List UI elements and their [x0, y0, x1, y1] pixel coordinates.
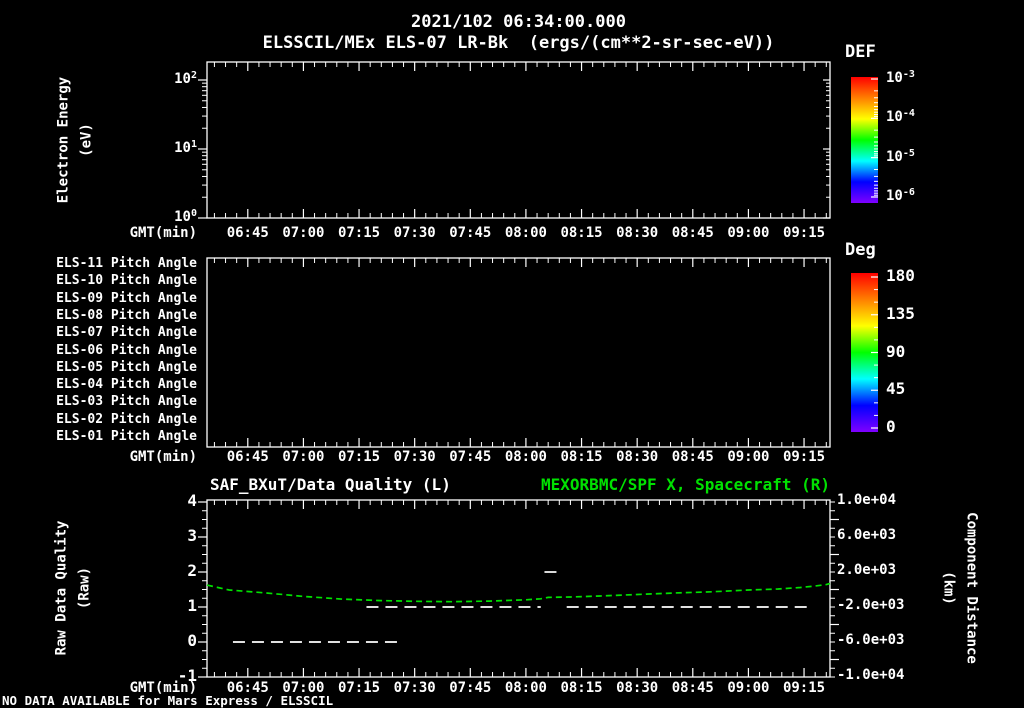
- deg-tick-label: 0: [886, 417, 896, 436]
- energy-axis-label: Electron Energy: [55, 76, 72, 204]
- time-tick-label: 08:00: [504, 680, 547, 696]
- distance-axis-unit: (km): [940, 571, 957, 605]
- panel-frame: [206, 499, 831, 678]
- pitch-row-label: ELS-11 Pitch Angle: [56, 256, 197, 271]
- quality-tick-label: 3: [187, 526, 197, 545]
- quality-tick-label: -1: [177, 666, 197, 685]
- quality-tick-label: 1: [187, 596, 197, 615]
- time-tick-label: 08:00: [504, 449, 547, 465]
- colorbar-deg-label: Deg: [845, 240, 876, 260]
- pitch-row-label: ELS-01 Pitch Angle: [56, 429, 197, 444]
- panel-frame: [206, 257, 831, 448]
- time-tick-label: 07:00: [282, 680, 325, 696]
- time-tick-label: 07:45: [449, 680, 492, 696]
- time-tick-label: 08:45: [671, 449, 714, 465]
- time-tick-label: 08:30: [616, 680, 659, 696]
- gmt-label-panel1: GMT(min): [129, 225, 197, 241]
- pitch-row-label: ELS-03 Pitch Angle: [56, 394, 197, 410]
- pitch-row-label: ELS-10 Pitch Angle: [56, 273, 197, 289]
- energy-tick-label: 102: [174, 70, 197, 87]
- time-tick-label: 09:00: [727, 680, 770, 696]
- time-tick-label: 08:45: [671, 225, 714, 241]
- time-tick-label: 08:15: [560, 680, 603, 696]
- pitch-row-label: ELS-07 Pitch Angle: [56, 325, 197, 341]
- time-tick-label: 08:45: [671, 680, 714, 696]
- distance-tick-label: 6.0e+03: [837, 527, 897, 543]
- timestamp-title: 2021/102 06:34:00.000: [411, 12, 626, 32]
- quality-tick-label: 4: [187, 491, 197, 510]
- time-tick-label: 09:15: [782, 680, 826, 696]
- quality-series-title: SAF_BXuT/Data Quality (L): [210, 475, 451, 494]
- time-tick-label: 07:30: [393, 225, 436, 241]
- def-tick-label: 10-6: [886, 186, 915, 204]
- energy-tick-label: 101: [174, 139, 197, 156]
- time-tick-label: 09:00: [727, 225, 770, 241]
- def-tick-label: 10-3: [886, 69, 915, 86]
- pitch-row-label: ELS-09 Pitch Angle: [56, 290, 197, 306]
- time-tick-label: 08:00: [504, 225, 547, 241]
- time-tick-label: 08:15: [560, 449, 603, 465]
- time-tick-label: 08:30: [616, 225, 659, 241]
- quality-axis-unit: (Raw): [76, 566, 93, 610]
- quality-axis-label: Raw Data Quality: [53, 520, 70, 656]
- time-tick-label: 09:15: [782, 225, 826, 241]
- deg-tick-label: 180: [886, 266, 915, 285]
- time-tick-label: 09:15: [782, 449, 826, 465]
- deg-tick-label: 90: [886, 341, 906, 361]
- def-colorbar: [851, 77, 878, 203]
- distance-tick-label: -6.0e+03: [837, 632, 905, 648]
- time-tick-label: 06:45: [226, 680, 269, 696]
- pitch-row-label: ELS-05 Pitch Angle: [56, 359, 197, 375]
- quality-tick-label: 2: [187, 561, 197, 580]
- def-tick-label: 10-5: [886, 147, 915, 165]
- distance-axis-label: Component Distance: [963, 512, 980, 664]
- distance-tick-label: 1.0e+04: [837, 492, 897, 508]
- energy-axis-unit: (eV): [78, 123, 95, 157]
- pitch-row-label: ELS-06 Pitch Angle: [56, 342, 197, 358]
- time-tick-label: 06:45: [226, 225, 269, 241]
- time-tick-label: 07:45: [449, 449, 492, 465]
- gmt-label-panel2: GMT(min): [129, 449, 197, 465]
- distance-tick-label: -1.0e+04: [837, 667, 905, 683]
- energy-tick-label: 100: [174, 208, 197, 225]
- quality-tick-label: 0: [187, 631, 197, 650]
- time-tick-label: 07:15: [337, 225, 381, 241]
- time-tick-label: 06:45: [226, 449, 269, 465]
- time-tick-label: 07:30: [393, 449, 436, 465]
- deg-tick-label: 135: [886, 303, 915, 323]
- time-tick-label: 09:00: [727, 449, 770, 465]
- pitch-row-label: ELS-08 Pitch Angle: [56, 307, 197, 323]
- pitch-row-label: ELS-04 Pitch Angle: [56, 377, 197, 393]
- pitch-row-label: ELS-02 Pitch Angle: [56, 411, 197, 427]
- time-tick-label: 07:00: [282, 449, 325, 465]
- time-tick-label: 08:30: [616, 449, 659, 465]
- time-tick-label: 07:15: [337, 680, 381, 696]
- distance-tick-label: -2.0e+03: [837, 597, 905, 613]
- panel-frame: [206, 61, 831, 219]
- time-tick-label: 07:30: [393, 680, 436, 696]
- time-tick-label: 08:15: [560, 225, 603, 241]
- instrument-title: ELSSCIL/MEx ELS-07 LR-Bk (ergs/(cm**2-sr…: [262, 33, 775, 53]
- time-tick-label: 07:00: [282, 225, 325, 241]
- plot-screen: 2021/102 06:34:00.000 ELSSCIL/MEx ELS-07…: [0, 0, 1024, 708]
- spacecraft-series-title: MEXORBMC/SPF X, Spacecraft (R): [541, 475, 830, 494]
- distance-tick-label: 2.0e+03: [837, 562, 897, 578]
- time-tick-label: 07:45: [449, 225, 492, 241]
- colorbar-def-label: DEF: [845, 42, 876, 62]
- deg-tick-label: 45: [886, 379, 906, 399]
- def-tick-label: 10-4: [886, 108, 915, 126]
- spacecraft-distance-line: [206, 582, 831, 603]
- time-tick-label: 07:15: [337, 449, 381, 465]
